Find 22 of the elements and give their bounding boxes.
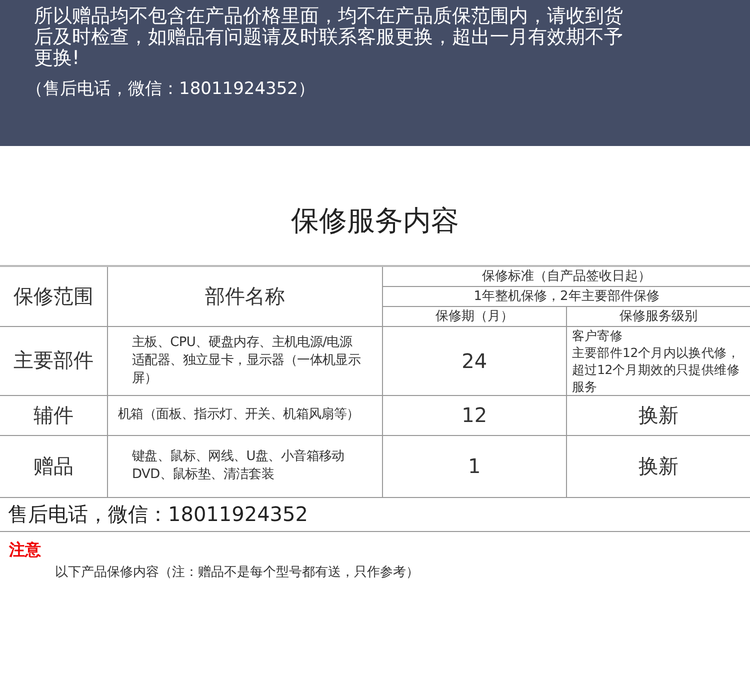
table-header: 保修范围: [0, 266, 108, 326]
contact-text: （售后电话，微信：18011924352）: [26, 78, 316, 100]
table-cell: 辅件: [0, 395, 108, 435]
table-cell: 1: [382, 435, 566, 497]
table-header: 保修标准（自产品签收日起）: [382, 266, 750, 286]
table-cell: 主要部件: [0, 326, 108, 395]
contact-text: 售后电话，微信：18011924352: [0, 498, 750, 532]
note-text: 以下产品保修内容（注：赠品不是每个型号都有送，只作参考）: [55, 564, 420, 580]
note-heading: 注意: [9, 540, 42, 560]
table-header: 保修期（月）: [382, 306, 566, 326]
section-title: 保修服务内容: [290, 203, 460, 239]
table-cell: 主板、CPU、硬盘内存、主机电源/电源适配器、独立显卡，显示器（一体机显示屏）: [108, 326, 382, 395]
table-cell: 赠品: [0, 435, 108, 497]
table-cell: 24: [382, 326, 566, 395]
service-text: 客户寄修: [572, 326, 624, 344]
notice-text: 所以赠品均不包含在产品价格里面，均不在产品质保范围内，请收到货后及时检查，如赠品有问题请及时联系客服更换，超出一月有效期不予更换!: [34, 6, 624, 69]
table-header: 部件名称: [108, 266, 382, 326]
table-cell: 键盘、鼠标、网线、U盘、小音箱移动DVD、鼠标垫、清洁套装: [108, 435, 382, 497]
service-text: 主要部件12个月内以换代修，超过12个月期效的只提供维修服务: [572, 344, 740, 394]
table-header: 1年整机保修，2年主要部件保修: [382, 286, 750, 306]
table-cell: 机箱（面板、指示灯、开关、机箱风扇等）: [108, 395, 382, 435]
table-cell: 12: [382, 395, 566, 435]
